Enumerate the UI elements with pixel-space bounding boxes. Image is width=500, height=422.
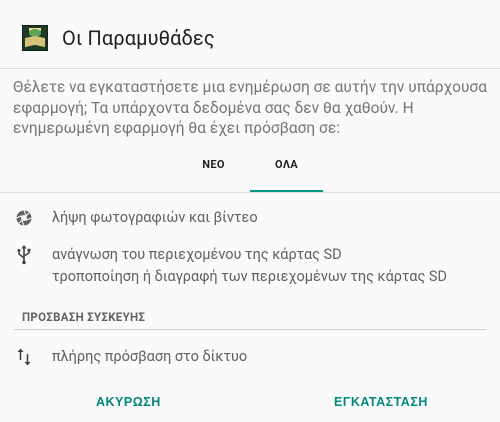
permission-storage: ανάγνωση του περιεχομένου της κάρτας SD … (0, 245, 500, 289)
install-message: Θέλετε να εγκαταστήσετε μια ενημέρωση σε… (13, 78, 487, 137)
tab-all[interactable]: ΟΛΑ (250, 148, 323, 192)
install-button[interactable]: ΕΓΚΑΤΑΣΤΑΣΗ (322, 385, 440, 419)
permission-label: τροποποίηση ή διαγραφή των περιεχομένων … (52, 268, 447, 285)
app-title: Οι Παραμυθάδες (62, 26, 215, 50)
network-arrows-icon (14, 347, 34, 367)
dialog-actions: ΑΚΥΡΩΣΗ ΕΓΚΑΤΑΣΤΑΣΗ (0, 385, 500, 419)
cancel-button[interactable]: ΑΚΥΡΩΣΗ (84, 385, 173, 419)
device-access-header: ΠΡΟΣΒΑΣΗ ΣΥΣΚΕΥΗΣ (22, 310, 146, 324)
usb-icon (14, 245, 34, 265)
permission-camera: λήψη φωτογραφιών και βίντεο (0, 208, 500, 230)
permission-network: πλήρης πρόσβαση στο δίκτυο (0, 347, 500, 369)
camera-icon (14, 208, 34, 228)
permission-label: λήψη φωτογραφιών και βίντεο (52, 209, 258, 226)
dialog-header: Οι Παραμυθάδες (22, 24, 215, 52)
permission-label: ανάγνωση του περιεχομένου της κάρτας SD (52, 246, 342, 263)
app-icon (22, 25, 48, 51)
permission-tabs: ΝΕΟ ΟΛΑ (177, 148, 323, 192)
tab-new[interactable]: ΝΕΟ (177, 148, 250, 192)
section-divider (14, 329, 486, 330)
permission-label: πλήρης πρόσβαση στο δίκτυο (52, 348, 248, 365)
header-divider (0, 68, 500, 69)
tabs-divider (0, 192, 500, 193)
install-dialog: Οι Παραμυθάδες Θέλετε να εγκαταστήσετε μ… (0, 0, 500, 422)
